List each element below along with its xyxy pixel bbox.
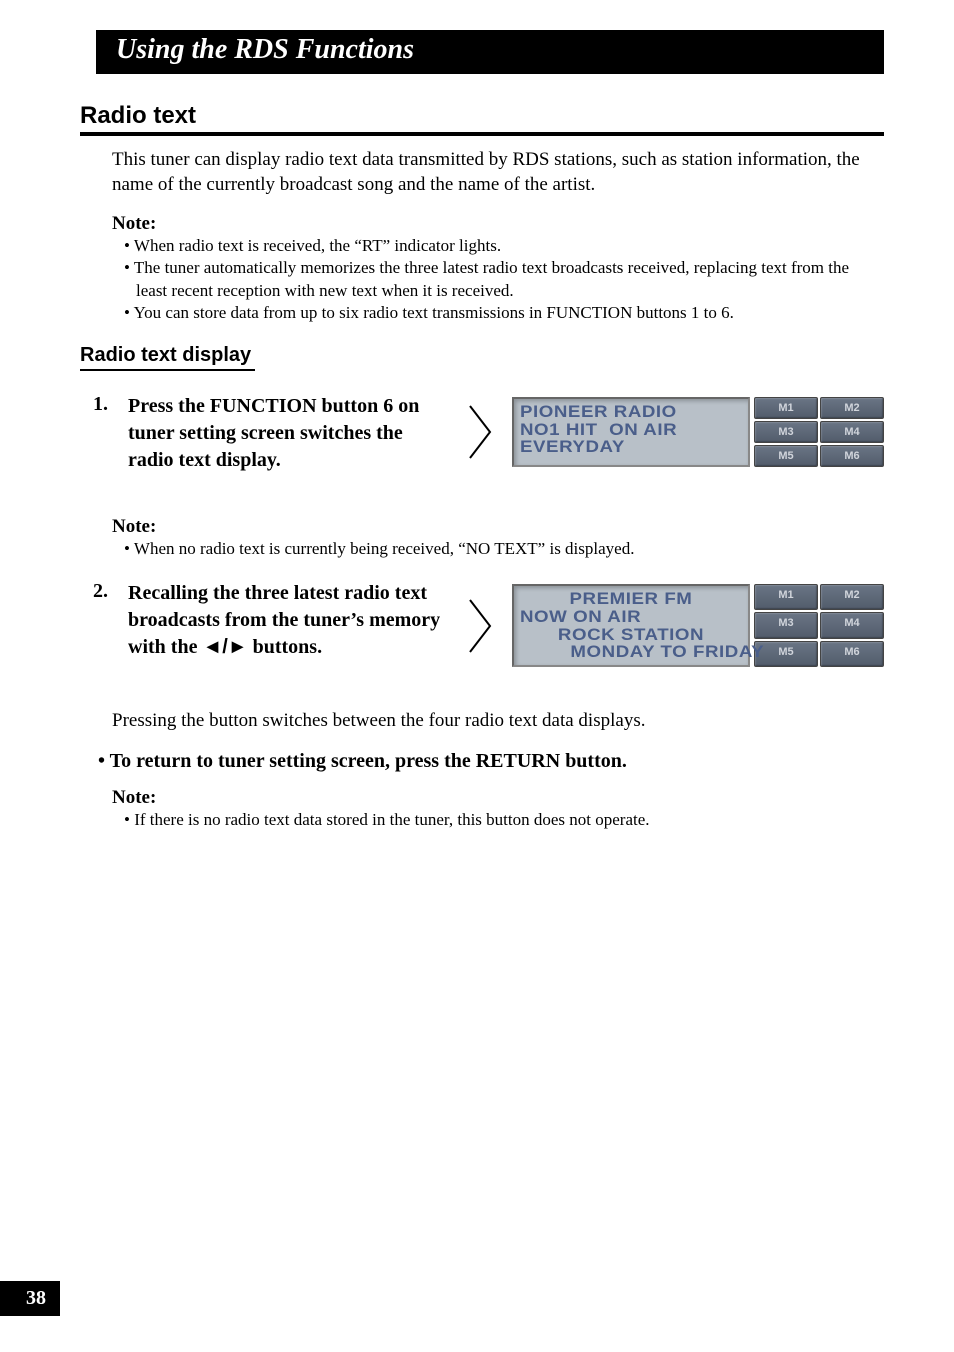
step-row: 2. Recalling the three latest radio text… [80,580,884,667]
memory-button-grid: M1M2M3M4M5M6 [754,397,884,467]
memory-button: M1 [754,584,818,610]
note-list: If there is no radio text data stored in… [124,809,884,831]
lcd-line: NOW ON AIR [520,608,764,626]
arrow-icon [468,598,494,654]
body-paragraph: Pressing the button switches between the… [112,709,884,734]
step-number: 2. [80,580,108,603]
section-title-rule: Radio text [80,102,884,136]
arrow-icon [468,404,494,460]
lcd-line: NO1 HIT ON AIR [520,421,764,439]
note-label: Note: [112,516,884,538]
memory-button-grid: M1M2M3M4M5M6 [754,584,884,667]
subsection-title: Radio text display [80,344,255,369]
memory-button: M6 [820,641,884,667]
note-label: Note: [112,787,884,809]
return-instruction: To return to tuner setting screen, press… [98,750,884,773]
note-item: If there is no radio text data stored in… [124,809,884,831]
lcd-screen: PREMIER FMNOW ON AIRROCK STATIONMONDAY T… [512,584,750,667]
note-label: Note: [112,213,884,235]
step-text: Recalling the three latest radio text br… [128,580,448,661]
lcd-line: EVERYDAY [520,438,764,456]
figure-area: PIONEER RADIONO1 HIT ON AIREVERYDAY M1M2… [468,393,884,467]
page-number: 38 [0,1281,60,1316]
subsection-rule: Radio text display [80,344,255,371]
arrow-buttons-label: ◄/► [202,636,247,658]
note-item: When no radio text is currently being re… [124,538,884,560]
lcd-line: ROCK STATION [509,626,753,644]
step-text: Press the FUNCTION button 6 on tuner set… [128,393,448,474]
step-row: 1. Press the FUNCTION button 6 on tuner … [80,393,884,474]
intro-paragraph: This tuner can display radio text data t… [112,148,884,197]
memory-button: M2 [820,397,884,419]
display-panel: PREMIER FMNOW ON AIRROCK STATIONMONDAY T… [512,584,884,667]
lcd-screen: PIONEER RADIONO1 HIT ON AIREVERYDAY [512,397,750,467]
note-list: When radio text is received, the “RT” in… [124,235,884,323]
memory-button: M4 [820,421,884,443]
note-item: You can store data from up to six radio … [124,302,884,324]
display-panel: PIONEER RADIONO1 HIT ON AIREVERYDAY M1M2… [512,397,884,467]
lcd-line: PIONEER RADIO [520,403,764,421]
figure-area: PREMIER FMNOW ON AIRROCK STATIONMONDAY T… [468,580,884,667]
note-list: When no radio text is currently being re… [124,538,884,560]
memory-button: M6 [820,445,884,467]
step-text-suffix: buttons. [248,636,322,658]
note-item: The tuner automatically memorizes the th… [124,257,884,301]
memory-button: M2 [820,584,884,610]
chapter-header: Using the RDS Functions [96,30,884,74]
lcd-line: PREMIER FM [509,590,753,608]
note-item: When radio text is received, the “RT” in… [124,235,884,257]
step-number: 1. [80,393,108,416]
section-title: Radio text [80,102,884,132]
lcd-line: MONDAY TO FRIDAY [520,643,764,661]
memory-button: M4 [820,612,884,638]
chapter-title: Using the RDS Functions [116,34,872,66]
